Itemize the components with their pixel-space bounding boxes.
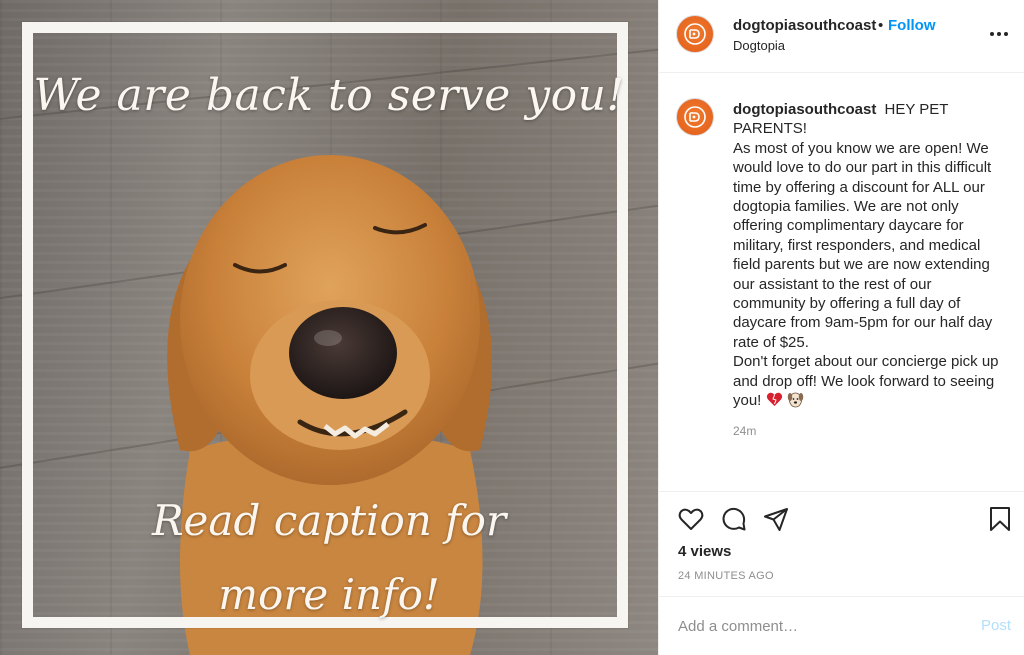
- post-caption: dogtopiasouthcoast HEY PET PARENTS! As m…: [733, 100, 1003, 411]
- avatar[interactable]: [676, 15, 714, 53]
- photo-overlay-headline: We are back to serve you!: [33, 70, 625, 121]
- dog-face-emoji-icon: [787, 392, 803, 408]
- dogtopia-logo-icon: [684, 106, 706, 128]
- post-comment-button[interactable]: Post: [981, 617, 1011, 634]
- heart-icon[interactable]: [678, 506, 704, 532]
- view-count[interactable]: 4 views: [678, 543, 731, 560]
- dogtopia-logo-icon: [684, 23, 706, 45]
- comment-icon[interactable]: [721, 506, 747, 532]
- caption-area: dogtopiasouthcoast HEY PET PARENTS! As m…: [659, 74, 1024, 490]
- post-header: dogtopiasouthcoast • Follow Dogtopia: [659, 0, 1024, 73]
- share-icon[interactable]: [763, 506, 789, 532]
- photo-overlay-line-1: Read caption for: [151, 496, 507, 545]
- post-sidebar: dogtopiasouthcoast • Follow Dogtopia dog…: [658, 0, 1024, 655]
- post-photo[interactable]: We are back to serve you! Read caption f…: [0, 0, 658, 655]
- post-location[interactable]: Dogtopia: [733, 38, 785, 53]
- follow-button[interactable]: Follow: [888, 17, 936, 34]
- add-comment-input[interactable]: [678, 615, 958, 637]
- avatar[interactable]: [676, 98, 714, 136]
- caption-username[interactable]: dogtopiasouthcoast: [733, 101, 876, 118]
- heart-emoji-icon: [766, 392, 782, 407]
- separator-dot: •: [878, 17, 884, 34]
- post-timestamp[interactable]: 24 MINUTES AGO: [678, 570, 774, 582]
- photo-overlay-footer: Read caption for more info!: [0, 484, 658, 631]
- caption-paragraph-2: As most of you know we are open! We woul…: [733, 139, 993, 351]
- photo-overlay-line-2: more info!: [218, 569, 440, 619]
- more-options-icon[interactable]: [988, 24, 1010, 44]
- bookmark-icon[interactable]: [987, 506, 1013, 532]
- post-author-username[interactable]: dogtopiasouthcoast: [733, 17, 876, 34]
- caption-timestamp[interactable]: 24m: [733, 424, 756, 438]
- comment-bar: Post: [659, 596, 1024, 655]
- post-actions: 4 views 24 MINUTES AGO: [659, 491, 1024, 596]
